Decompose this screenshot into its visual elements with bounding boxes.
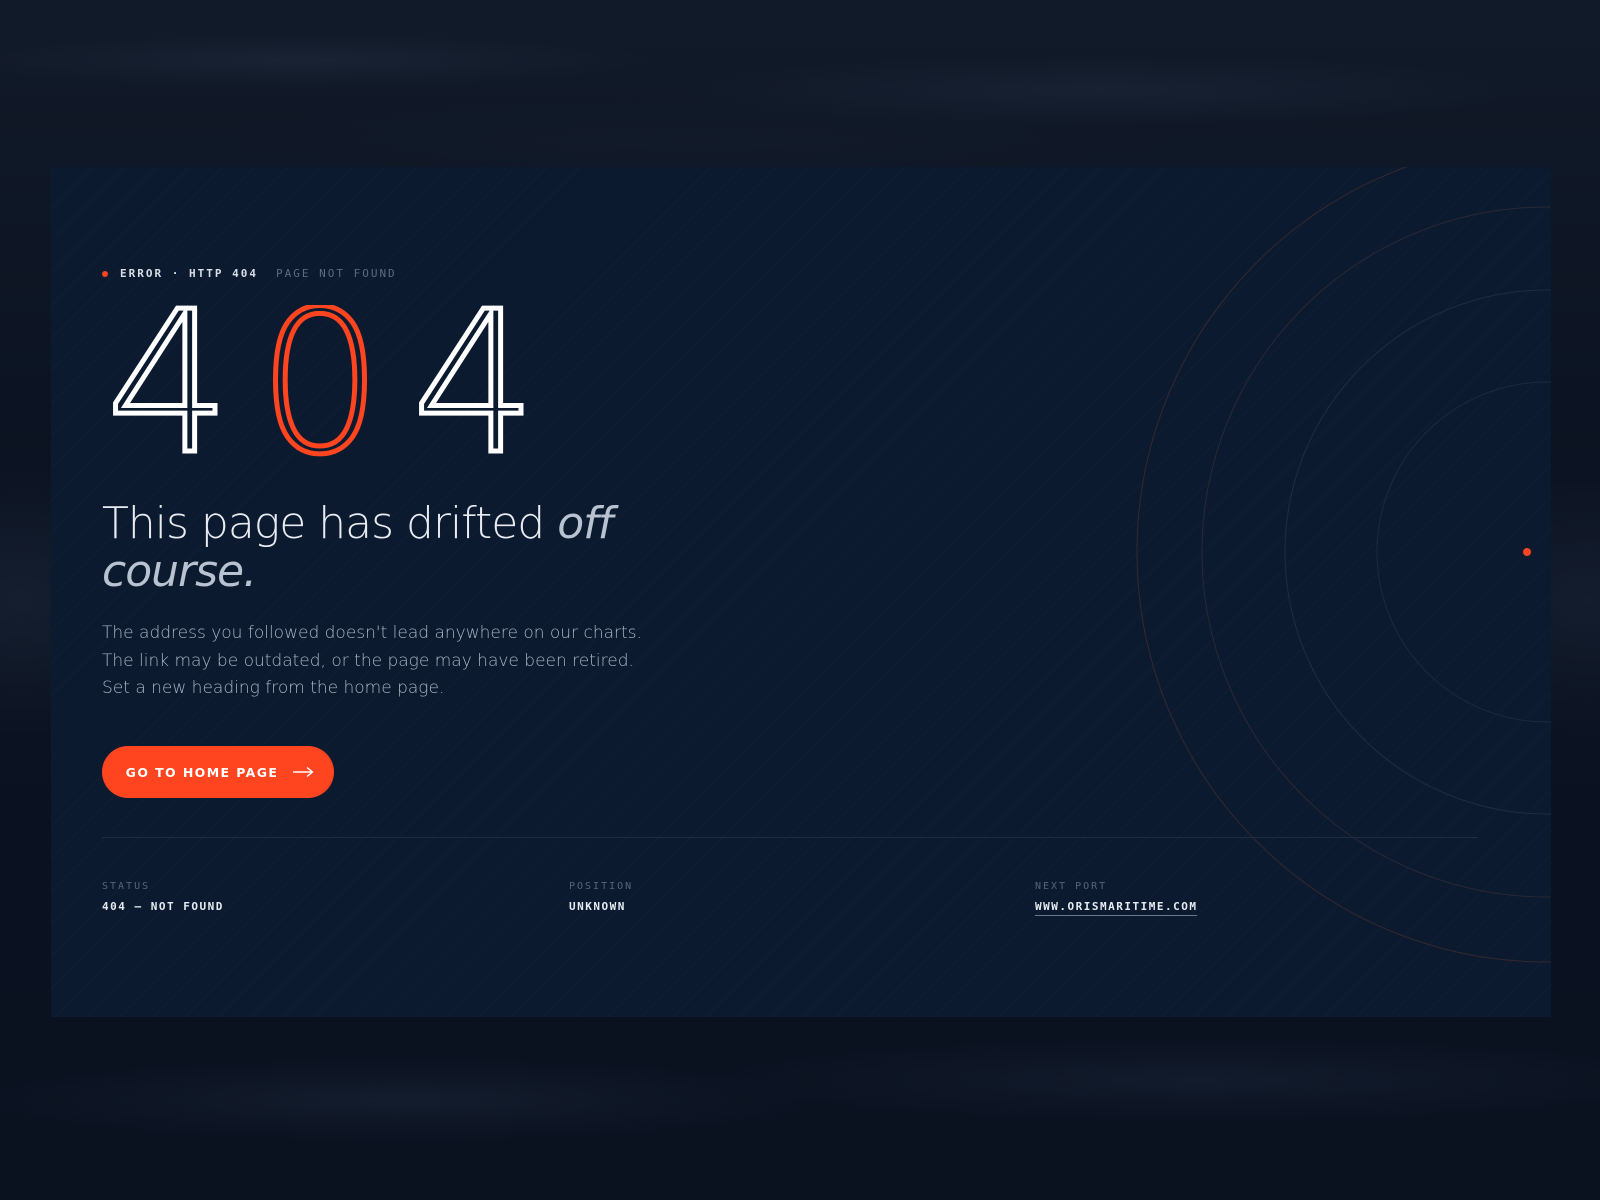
- error-code-display: 4 0 4: [106, 305, 546, 475]
- go-home-button-label: GO TO HOME PAGE: [125, 764, 279, 780]
- position-value: UNKNOWN: [569, 900, 626, 913]
- next-port-info: NEXT PORT WWW.ORISMARITIME.COM: [1035, 881, 1198, 916]
- digit-zero: 0: [258, 305, 383, 475]
- position-label: POSITION: [569, 881, 634, 892]
- status-label: STATUS: [102, 881, 151, 892]
- error-description: The address you followed doesn't lead an…: [102, 620, 702, 703]
- go-home-button[interactable]: GO TO HOME PAGE: [102, 746, 334, 798]
- section-divider: [102, 837, 1478, 838]
- next-port-label: NEXT PORT: [1035, 881, 1108, 892]
- error-description-label: PAGE NOT FOUND: [275, 267, 397, 280]
- digit-four-right: 4: [412, 305, 537, 475]
- title-plain-text: This page has drifted: [102, 498, 558, 549]
- position-info: POSITION UNKNOWN: [569, 881, 633, 913]
- beacon-dot: [1523, 548, 1531, 556]
- description-line: The address you followed doesn't lead an…: [102, 623, 642, 643]
- description-line: Set a new heading from the home page.: [102, 678, 445, 698]
- error-eyebrow: ERROR · HTTP 404 PAGE NOT FOUND: [102, 267, 397, 280]
- arrow-right-icon: [292, 766, 314, 778]
- description-line: The link may be outdated, or the page ma…: [102, 650, 634, 671]
- page-title: This page has drifted off course.: [102, 500, 722, 596]
- error-code-label: ERROR · HTTP 404: [120, 267, 258, 280]
- status-dot-icon: [102, 270, 108, 277]
- next-port-link[interactable]: WWW.ORISMARITIME.COM: [1035, 900, 1198, 916]
- digit-four-left: 4: [106, 305, 231, 475]
- error-card: ERROR · HTTP 404 PAGE NOT FOUND 4 0 4 Th…: [51, 167, 1551, 1017]
- error-code-digits: 4 0 4: [106, 305, 539, 475]
- status-value: 404 — NOT FOUND: [102, 900, 224, 913]
- status-info: STATUS 404 — NOT FOUND: [102, 881, 224, 913]
